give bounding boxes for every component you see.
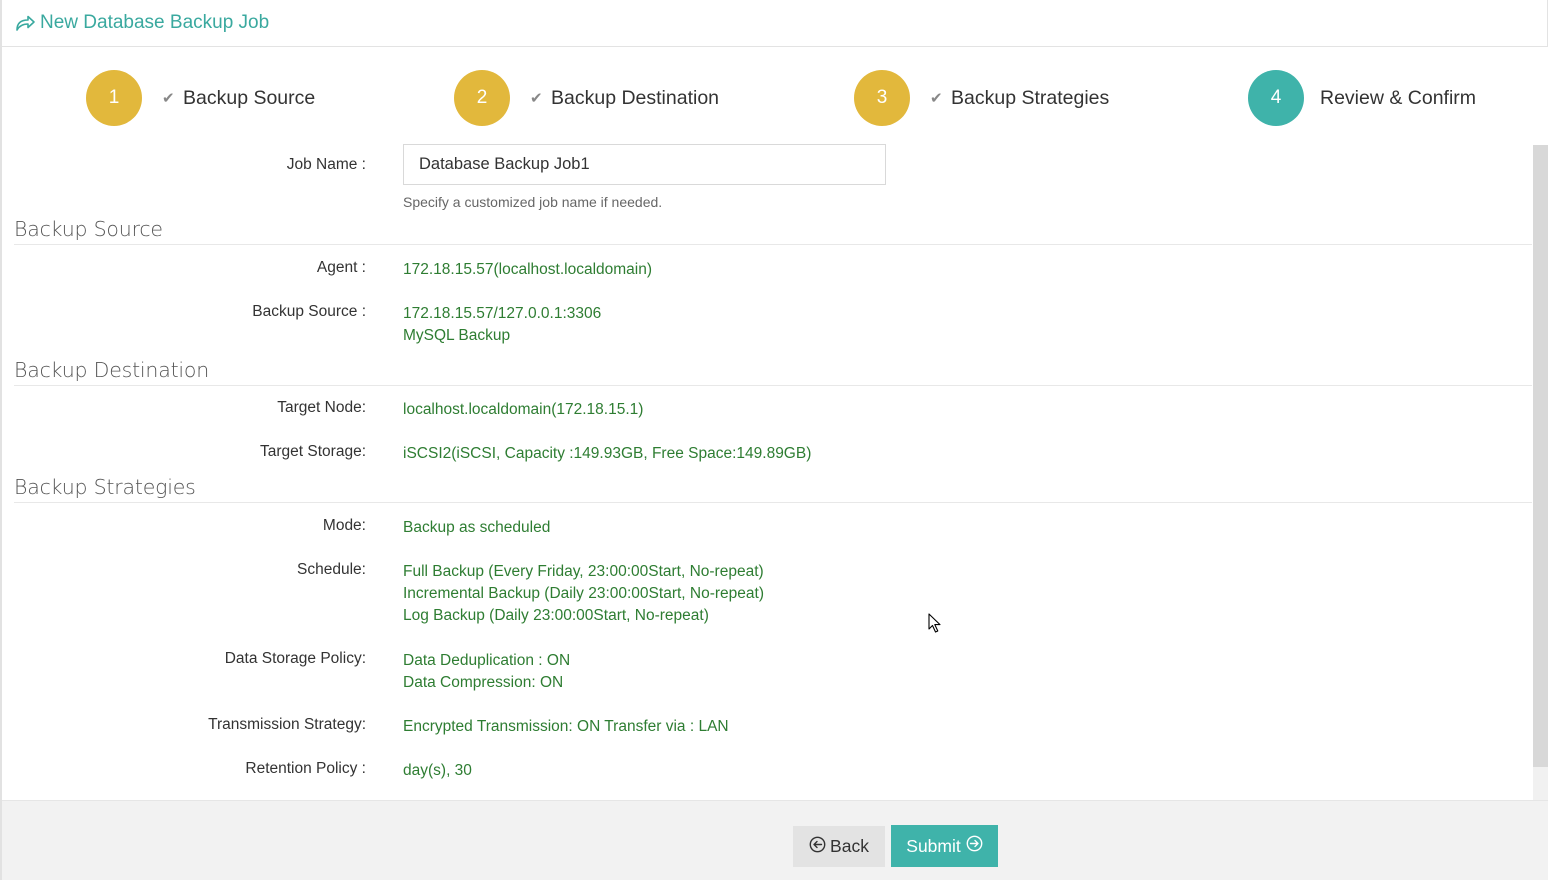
mode-value: Backup as scheduled [403, 519, 551, 536]
dialog-frame [0, 0, 1556, 880]
check-icon: ✔ [930, 90, 943, 107]
step-number-badge: 4 [1248, 70, 1304, 126]
job-name-label: Job Name : [286, 156, 366, 173]
transmission-strategy-value: Encrypted Transmission: ON Transfer via … [403, 718, 729, 735]
schedule-label: Schedule: [297, 561, 366, 578]
scrollbar-thumb[interactable] [1533, 145, 1548, 767]
scrollbar-track[interactable] [1533, 767, 1548, 800]
wizard-steps: 1 ✔ Backup Source 2 ✔ Backup Destination… [0, 70, 1556, 128]
schedule-value: Full Backup (Every Friday, 23:00:00Start… [403, 561, 764, 627]
section-title-backup-destination: Backup Destination [14, 358, 1532, 386]
section-title-backup-strategies: Backup Strategies [14, 475, 1532, 503]
back-button[interactable]: Back [793, 826, 885, 867]
submit-button-label: Submit [906, 835, 961, 856]
step-number-badge: 3 [854, 70, 910, 126]
policy-line: Data Deduplication : ON [403, 652, 571, 669]
schedule-line: Log Backup (Daily 23:00:00Start, No-repe… [403, 607, 709, 624]
agent-label: Agent : [316, 259, 366, 276]
dialog-footer [2, 800, 1548, 880]
data-storage-policy-label: Data Storage Policy: [224, 650, 366, 667]
page-title: New Database Backup Job [40, 12, 270, 33]
agent-value: 172.18.15.57(localhost.localdomain) [403, 261, 653, 278]
schedule-line: Incremental Backup (Daily 23:00:00Start,… [403, 585, 764, 602]
step-label: Backup Source [183, 86, 316, 109]
share-arrow-icon [14, 14, 36, 32]
step-number-badge: 2 [454, 70, 510, 126]
step-backup-destination[interactable]: 2 ✔ Backup Destination [454, 70, 719, 126]
target-node-value: localhost.localdomain(172.18.15.1) [403, 401, 644, 418]
step-review-confirm[interactable]: 4 Review & Confirm [1248, 70, 1476, 126]
dialog-header: New Database Backup Job [2, 0, 1548, 47]
back-button-label: Back [830, 836, 869, 856]
target-node-label: Target Node: [277, 399, 366, 416]
target-storage-value: iSCSI2(iSCSI, Capacity :149.93GB, Free S… [403, 445, 812, 462]
backup-source-label: Backup Source : [252, 303, 366, 320]
mode-label: Mode: [322, 517, 366, 534]
retention-policy-value: day(s), 30 [403, 762, 472, 779]
step-label: Review & Confirm [1320, 86, 1477, 109]
backup-source-value: 172.18.15.57/127.0.0.1:3306 MySQL Backup [403, 303, 601, 347]
step-label: Backup Destination [551, 86, 720, 109]
data-storage-policy-value: Data Deduplication : ON Data Compression… [403, 650, 570, 694]
mouse-pointer-icon [928, 613, 942, 633]
job-name-hint: Specify a customized job name if needed. [403, 194, 663, 210]
section-title-backup-source: Backup Source [14, 217, 1532, 245]
job-name-input[interactable] [403, 144, 886, 185]
submit-button[interactable]: Submit [891, 825, 998, 867]
check-icon: ✔ [162, 90, 175, 107]
retention-policy-label: Retention Policy : [245, 760, 366, 777]
policy-line: Data Compression: ON [403, 674, 564, 691]
back-arrow-icon [809, 836, 826, 858]
forward-arrow-icon [966, 835, 983, 857]
backup-source-line: 172.18.15.57/127.0.0.1:3306 [403, 305, 602, 322]
transmission-strategy-label: Transmission Strategy: [208, 716, 366, 733]
schedule-line: Full Backup (Every Friday, 23:00:00Start… [403, 563, 764, 580]
backup-source-line: MySQL Backup [403, 327, 511, 344]
target-storage-label: Target Storage: [260, 443, 366, 460]
step-backup-source[interactable]: 1 ✔ Backup Source [86, 70, 315, 126]
check-icon: ✔ [530, 90, 543, 107]
step-backup-strategies[interactable]: 3 ✔ Backup Strategies [854, 70, 1109, 126]
step-number-badge: 1 [86, 70, 142, 126]
step-label: Backup Strategies [951, 86, 1110, 109]
